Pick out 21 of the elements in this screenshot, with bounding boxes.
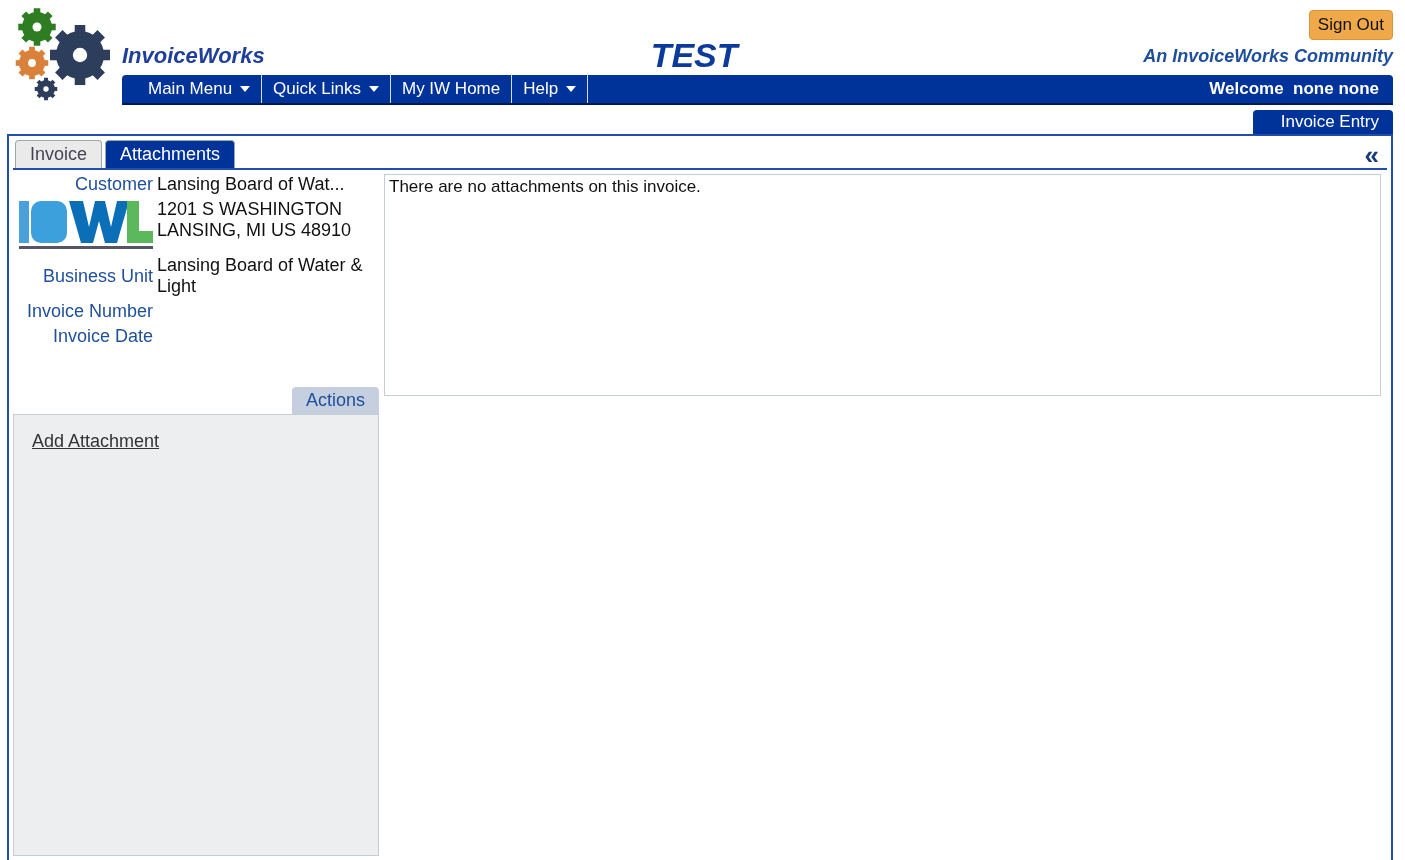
collapse-button[interactable]: «: [1356, 144, 1387, 168]
field-label: Customer: [73, 174, 153, 195]
tab[interactable]: Invoice: [15, 140, 103, 168]
nav-menu-item[interactable]: Help: [512, 75, 589, 103]
environment-title: TEST: [650, 36, 738, 75]
field-label: Business Unit: [41, 265, 153, 287]
nav-menu-item[interactable]: My IW Home: [391, 75, 513, 103]
nav-menu-item[interactable]: Quick Links: [262, 75, 391, 103]
field-label: Invoice Date: [51, 326, 153, 347]
empty-message: There are no attachments on this invoice.: [389, 177, 701, 196]
welcome-text: Welcome none none: [1209, 79, 1380, 99]
tab[interactable]: Attachments: [105, 140, 236, 168]
nav-menu-item[interactable]: Main Menu: [122, 75, 263, 103]
field-value: 1201 S WASHINGTON LANSING, MI US 48910: [157, 199, 353, 242]
community-tagline: An InvoiceWorks Community: [1143, 46, 1393, 67]
add-attachment-link[interactable]: Add Attachment: [32, 431, 160, 451]
field-value: Lansing Board of Wat...: [157, 174, 346, 195]
field-label: Invoice Number: [25, 301, 153, 322]
sign-out-button[interactable]: Sign Out: [1308, 10, 1393, 40]
brand-title: InvoiceWorks: [122, 43, 265, 69]
field-value: Lansing Board of Water & Light: [157, 255, 364, 297]
